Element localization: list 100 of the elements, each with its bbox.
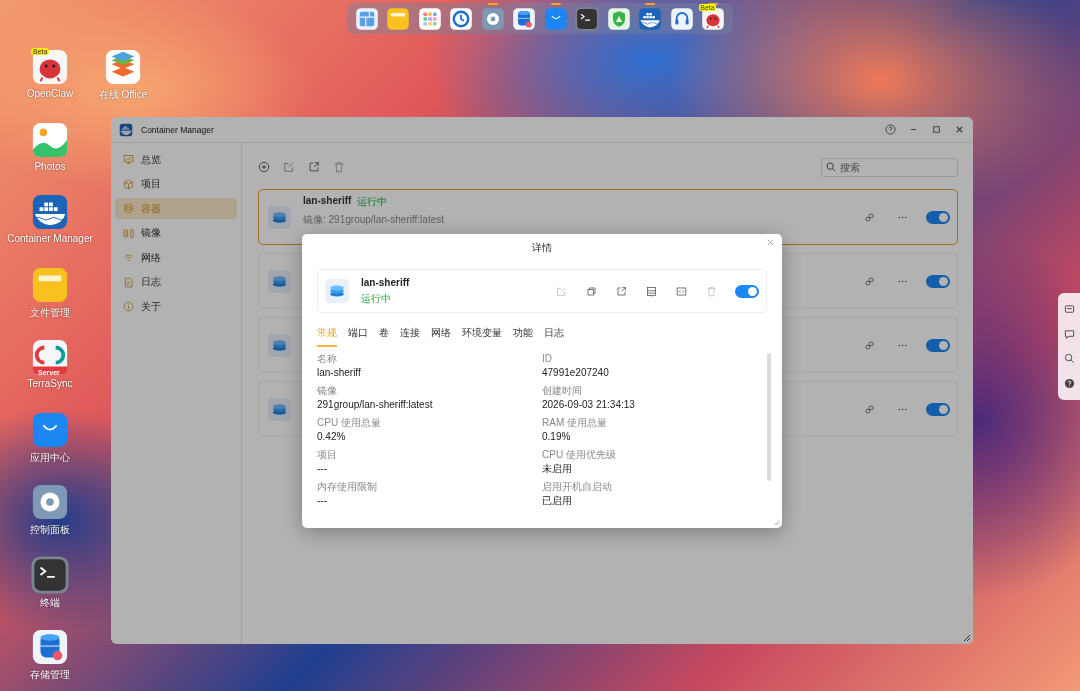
database-icon[interactable] <box>31 628 69 666</box>
field-value: 0.19% <box>542 431 572 443</box>
tab[interactable]: 功能 <box>513 326 533 347</box>
link-icon[interactable] <box>864 275 875 287</box>
toggle-switch[interactable] <box>926 210 950 224</box>
field-label: 创建时间 <box>542 385 583 397</box>
desktop-icon-label[interactable]: 终端 <box>40 595 60 610</box>
cube-icon <box>123 178 134 190</box>
close-icon[interactable] <box>766 238 775 247</box>
field-label: CPU 使用总量 <box>317 417 382 429</box>
field-value: 0.42% <box>317 431 347 443</box>
whale-icon[interactable] <box>31 193 69 231</box>
field-value: 2026-09-03 21:34:13 <box>542 399 636 411</box>
resize-grip-icon[interactable] <box>772 518 780 526</box>
add-icon[interactable] <box>258 161 270 173</box>
document-icon <box>123 276 134 288</box>
sync-ring-icon[interactable] <box>31 338 69 376</box>
link-icon[interactable] <box>864 211 875 223</box>
resize-grip-icon[interactable] <box>961 632 971 642</box>
field-value: 已启用 <box>542 495 573 507</box>
creature-icon[interactable] <box>31 48 69 86</box>
scrollbar-thumb[interactable] <box>767 353 771 481</box>
tab[interactable]: 端口 <box>348 326 368 347</box>
sidebar-item[interactable]: 日志 <box>115 271 237 293</box>
image-text: 镜像: 291group/lan-sheriff:latest <box>303 213 444 227</box>
message-icon[interactable] <box>1063 303 1075 315</box>
gear-icon[interactable] <box>31 483 69 521</box>
database-icon <box>268 333 291 357</box>
tab[interactable]: 连接 <box>400 326 420 347</box>
landscape-icon[interactable] <box>31 120 69 159</box>
tab[interactable]: 环境变量 <box>462 326 502 347</box>
shopping-bag-icon[interactable] <box>31 410 69 449</box>
folder-icon[interactable] <box>386 6 411 31</box>
export-icon[interactable] <box>308 161 320 173</box>
chat-icon[interactable] <box>1063 328 1075 340</box>
database-icon[interactable] <box>512 6 537 31</box>
sidebar-item[interactable]: 项目 <box>115 173 237 195</box>
copy-icon[interactable] <box>586 285 597 297</box>
toggle-switch[interactable] <box>926 402 950 416</box>
close-icon[interactable] <box>954 124 965 135</box>
help-icon[interactable] <box>1063 378 1075 390</box>
layers-icon[interactable] <box>104 48 142 86</box>
wifi-icon <box>123 252 134 263</box>
app-grid-icon[interactable] <box>417 6 442 31</box>
tab[interactable]: 卷 <box>379 326 389 347</box>
status-text: 运行中 <box>357 195 388 209</box>
folder-icon[interactable] <box>31 265 69 304</box>
field-label: 名称 <box>317 353 338 365</box>
sidebar-item[interactable]: 镜像 <box>115 222 237 244</box>
database-icon <box>268 397 291 421</box>
field-label: RAM 使用总量 <box>542 417 608 429</box>
desktop-icon-label[interactable]: 应用中心 <box>30 450 70 465</box>
headset-icon[interactable] <box>669 6 694 31</box>
field-value: lan-sheriff <box>317 367 362 379</box>
toggle-switch[interactable] <box>926 338 950 352</box>
search-icon[interactable] <box>1063 353 1075 365</box>
link-icon[interactable] <box>864 403 875 415</box>
gear-icon[interactable] <box>480 6 505 31</box>
field-value: --- <box>317 495 328 507</box>
maximize-icon[interactable] <box>931 124 942 135</box>
sidebar-item[interactable]: 关于 <box>115 296 237 317</box>
toggle-switch[interactable] <box>926 274 950 288</box>
toggle-switch[interactable] <box>735 284 759 298</box>
whale-icon <box>119 122 133 137</box>
status-text: 运行中 <box>361 291 392 306</box>
desktop-icon-label[interactable]: 存储管理 <box>30 668 70 682</box>
desktop-icon-label[interactable]: 控制面板 <box>30 523 70 537</box>
container-name: lan-sheriff <box>361 276 410 288</box>
field-value: --- <box>317 463 328 475</box>
grid-tiles-icon[interactable] <box>354 6 379 31</box>
export-icon[interactable] <box>616 285 627 297</box>
terminal-icon[interactable] <box>575 6 600 31</box>
creature-icon[interactable] <box>701 6 726 31</box>
whale-icon[interactable] <box>638 6 663 31</box>
edit-icon[interactable] <box>283 161 295 173</box>
tab[interactable]: 网络 <box>431 326 451 347</box>
delete-icon[interactable] <box>333 161 345 173</box>
info-icon <box>123 301 134 312</box>
shield-icon[interactable] <box>606 6 631 31</box>
database-icon <box>268 205 291 229</box>
shopping-bag-icon[interactable] <box>543 6 568 31</box>
code-icon[interactable] <box>676 285 687 297</box>
server-icon[interactable] <box>646 285 657 297</box>
terminal-icon[interactable] <box>31 555 69 594</box>
cylinder-icon <box>123 203 134 214</box>
bars-icon <box>123 227 134 239</box>
field-label: 内存使用限制 <box>317 481 378 493</box>
link-icon[interactable] <box>864 339 875 351</box>
container-name: lan-sheriff <box>303 195 352 208</box>
search-field[interactable]: 搜索 <box>821 157 958 177</box>
field-label: 项目 <box>317 449 338 461</box>
sidebar-item[interactable]: 总览 <box>115 149 237 170</box>
field-value: 未启用 <box>542 463 573 475</box>
clock-icon[interactable] <box>449 6 474 31</box>
field-label: CPU 使用优先级 <box>542 449 617 461</box>
field-value: 47991e207240 <box>542 367 610 379</box>
tab[interactable]: 日志 <box>544 326 564 347</box>
field-label: 启用开机自启动 <box>542 481 613 493</box>
window-title: Container Manager <box>141 124 214 135</box>
sidebar-item[interactable]: 网络 <box>115 247 237 268</box>
